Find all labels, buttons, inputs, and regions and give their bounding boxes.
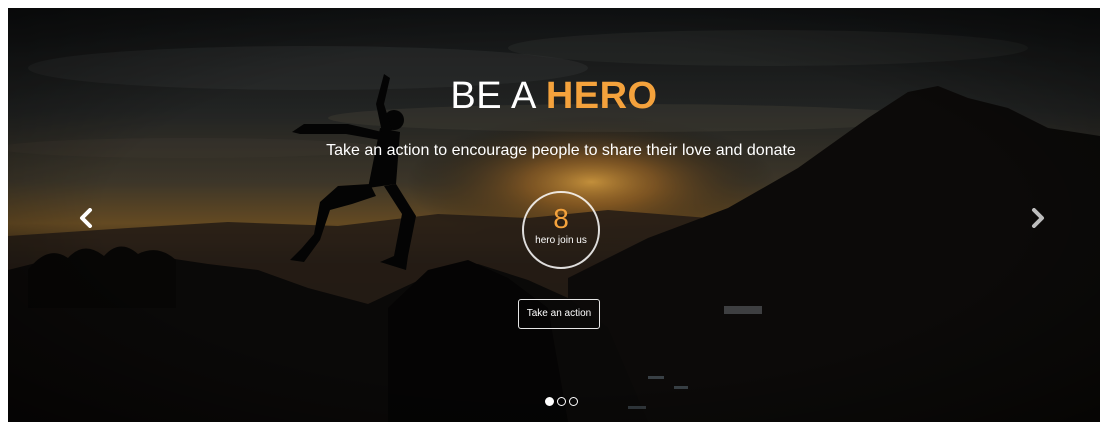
carousel-next-button[interactable] [1026,205,1050,235]
hero-title-main: BE A [450,75,535,117]
page: BE A HERO Take an action to encourage pe… [0,0,1109,423]
counter-label: hero join us [535,235,587,246]
take-action-button[interactable]: Take an action [518,299,600,329]
carousel-indicator-2[interactable] [557,397,566,406]
hero-carousel: BE A HERO Take an action to encourage pe… [8,8,1100,422]
counter-value: 8 [553,203,569,234]
carousel-indicator-1[interactable] [545,397,554,406]
hero-counter-badge: 8 hero join us [522,191,600,269]
hero-title-accent: HERO [545,75,658,117]
carousel-indicators [545,397,578,407]
carousel-prev-button[interactable] [74,205,98,235]
hero-title: BE A HERO [8,74,1100,118]
hero-subtitle: Take an action to encourage people to sh… [326,142,796,159]
chevron-left-icon [79,207,93,233]
carousel-indicator-3[interactable] [569,397,578,406]
chevron-right-icon [1031,207,1045,233]
